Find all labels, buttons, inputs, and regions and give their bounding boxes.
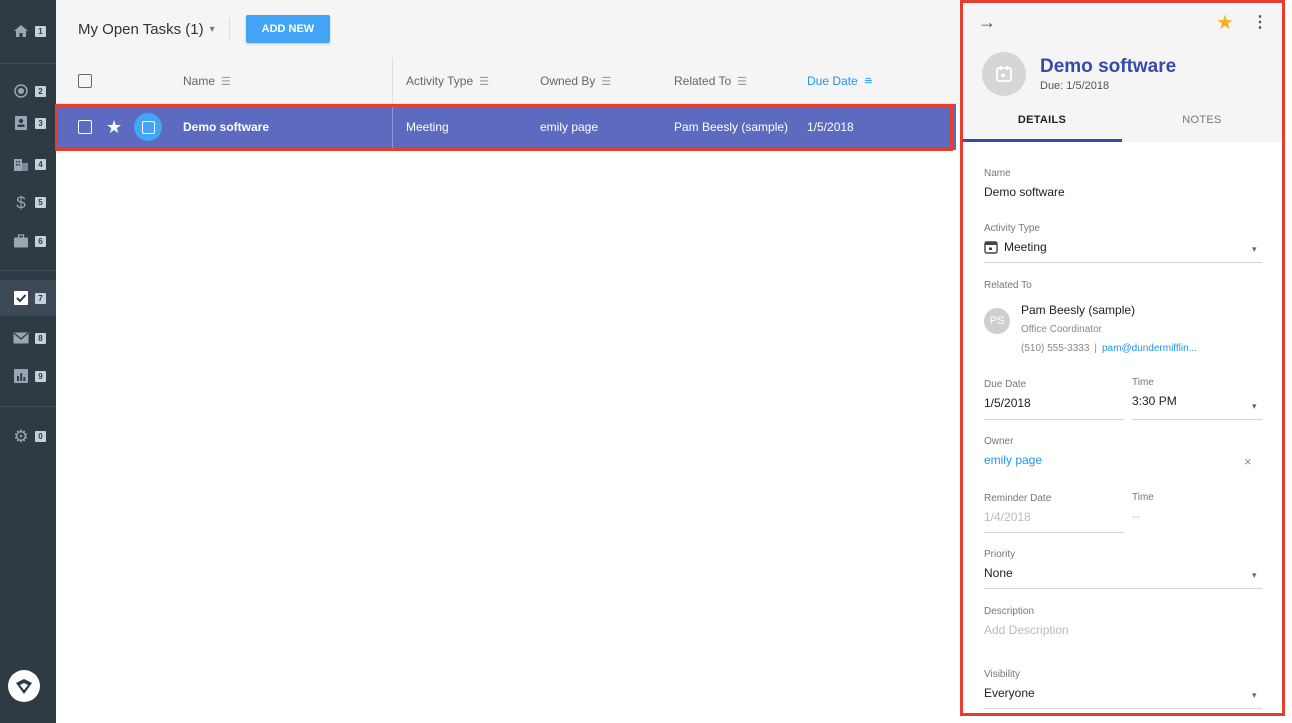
column-header-owned-by[interactable]: Owned By ☰ <box>540 58 611 104</box>
sort-icon: ☰ <box>737 75 748 88</box>
detail-panel-highlight <box>960 0 1285 716</box>
view-title: My Open Tasks (1) <box>78 20 204 38</box>
sort-icon: ☰ <box>221 75 231 88</box>
column-divider <box>392 58 393 104</box>
list-toolbar: My Open Tasks (1) ▾ ADD NEW <box>56 0 959 58</box>
bar-chart-icon <box>10 368 32 384</box>
sidebar-divider <box>0 406 56 407</box>
shortcut-key: 4 <box>35 158 46 170</box>
column-header-related-to[interactable]: Related To ☰ <box>674 58 747 104</box>
building-icon <box>10 156 32 172</box>
sidebar: 1 2 3 4 $ 5 6 7 8 9 ⚙ 0 <box>0 0 56 723</box>
shortcut-key: 5 <box>35 196 46 208</box>
shortcut-key: 6 <box>35 235 46 247</box>
column-label: Name <box>183 74 216 88</box>
app-window: 1 2 3 4 $ 5 6 7 8 9 ⚙ 0 My Open Tasks (1… <box>0 0 1292 723</box>
sidebar-item-companies[interactable]: 4 <box>0 146 56 182</box>
shortcut-key: 8 <box>35 332 46 344</box>
sort-ascending-icon: ≘ <box>863 75 873 88</box>
mail-icon <box>10 330 32 346</box>
shortcut-key: 0 <box>35 430 46 442</box>
checkbox-icon <box>78 74 92 88</box>
app-logo-icon[interactable] <box>8 670 40 702</box>
contact-card-icon <box>10 115 32 131</box>
home-icon <box>10 23 32 39</box>
toolbar-divider <box>228 18 230 40</box>
radar-icon <box>10 83 32 99</box>
sidebar-item-contacts[interactable]: 3 <box>0 105 56 141</box>
view-selector[interactable]: My Open Tasks (1) ▾ <box>78 21 215 38</box>
checkbox-icon <box>10 290 32 306</box>
gear-icon: ⚙ <box>13 426 29 446</box>
shortcut-key: 7 <box>35 292 46 304</box>
sort-icon: ☰ <box>601 75 612 88</box>
sidebar-divider <box>0 63 56 64</box>
briefcase-icon <box>10 233 32 249</box>
shortcut-key: 2 <box>35 85 46 97</box>
sidebar-item-mail[interactable]: 8 <box>0 320 56 356</box>
sidebar-divider <box>0 270 56 271</box>
sidebar-item-settings[interactable]: ⚙ 0 <box>0 418 56 454</box>
column-label: Related To <box>674 74 732 88</box>
column-header-activity-type[interactable]: Activity Type ☰ <box>406 58 489 104</box>
column-label: Activity Type <box>406 74 474 88</box>
sort-icon: ☰ <box>479 75 490 88</box>
sidebar-item-deals[interactable]: $ 5 <box>0 184 56 220</box>
shortcut-key: 3 <box>35 117 46 129</box>
shortcut-key: 9 <box>35 370 46 382</box>
column-label: Due Date <box>807 74 858 88</box>
sidebar-item-reports[interactable]: 9 <box>0 358 56 394</box>
table-header: Name ☰ Activity Type ☰ Owned By ☰ Relate… <box>56 58 959 104</box>
add-new-button[interactable]: ADD NEW <box>245 15 331 43</box>
column-label: Owned By <box>540 74 596 88</box>
column-header-due-date[interactable]: Due Date ≘ <box>807 58 873 104</box>
sidebar-item-tasks[interactable]: 7 <box>0 280 56 316</box>
selected-row-highlight <box>55 104 953 151</box>
select-all-checkbox[interactable] <box>78 58 92 104</box>
chevron-down-icon: ▾ <box>209 23 215 35</box>
sidebar-item-radar[interactable]: 2 <box>0 73 56 109</box>
sidebar-item-home[interactable]: 1 <box>0 13 56 49</box>
shortcut-key: 1 <box>35 25 46 37</box>
dollar-icon: $ <box>16 192 26 212</box>
column-header-name[interactable]: Name ☰ <box>183 58 231 104</box>
sidebar-item-projects[interactable]: 6 <box>0 223 56 259</box>
